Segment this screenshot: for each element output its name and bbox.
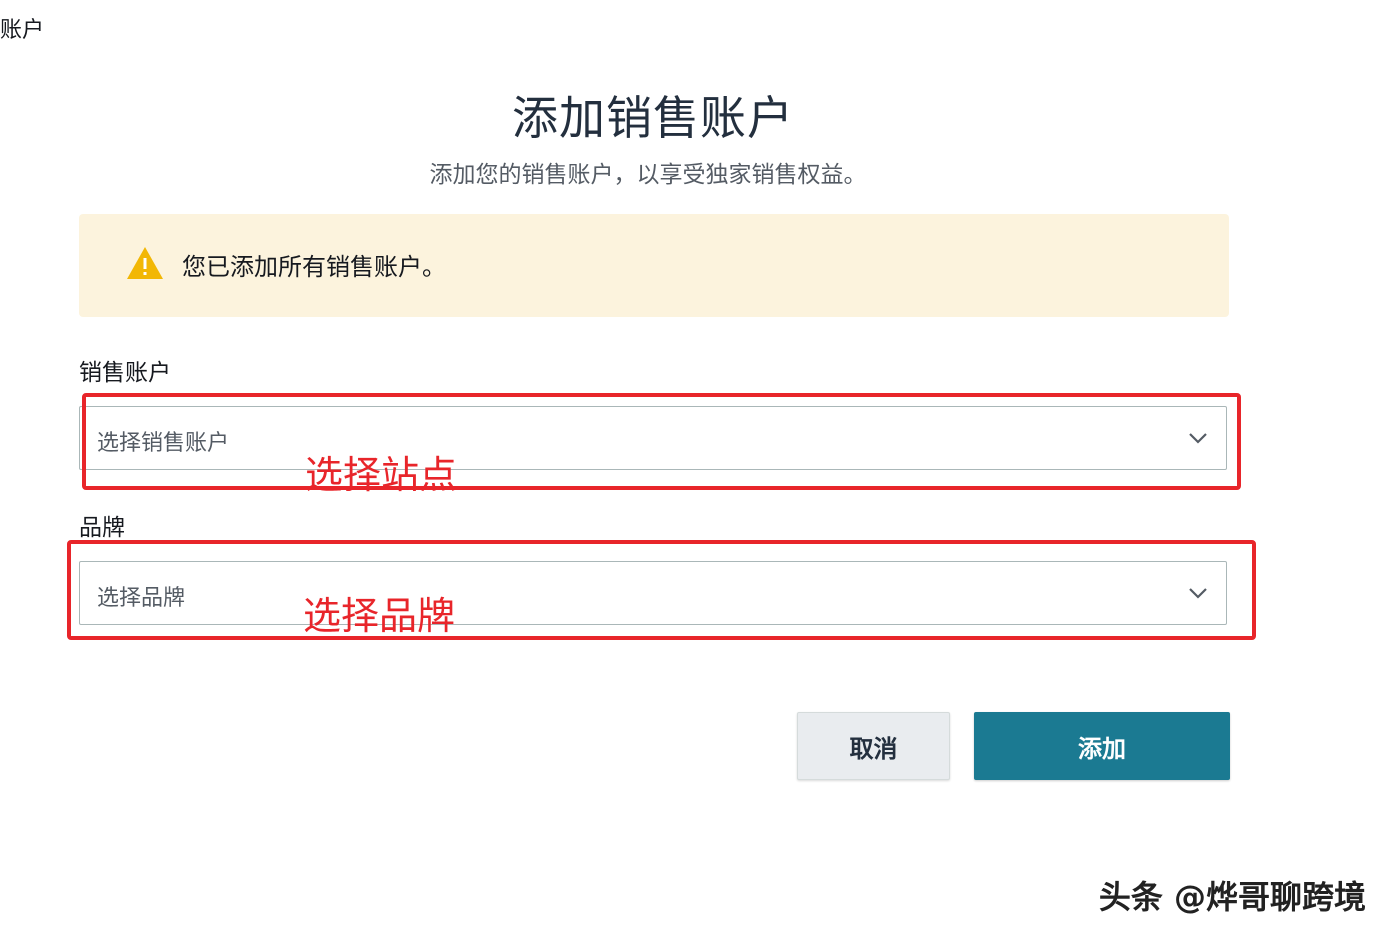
sales-account-annotation: 选择站点: [305, 453, 458, 497]
alert-message: 您已添加所有销售账户。: [182, 253, 446, 281]
sales-account-label: 销售账户: [79, 360, 171, 386]
warning-icon: [127, 247, 163, 279]
warning-alert: 您已添加所有销售账户。: [79, 214, 1229, 317]
cancel-button[interactable]: 取消: [797, 712, 950, 780]
brand-highlight: [67, 540, 1256, 640]
brand-annotation: 选择品牌: [303, 594, 456, 638]
add-button[interactable]: 添加: [974, 712, 1230, 780]
brand-label: 品牌: [79, 515, 125, 541]
sales-account-highlight: [82, 393, 1241, 490]
page-subtitle: 添加您的销售账户，以享受独家销售权益。: [429, 162, 867, 188]
breadcrumb-account: 账户: [0, 18, 45, 43]
page-title: 添加销售账户: [512, 91, 794, 145]
watermark: 头条 @烨哥聊跨境: [1098, 878, 1366, 916]
